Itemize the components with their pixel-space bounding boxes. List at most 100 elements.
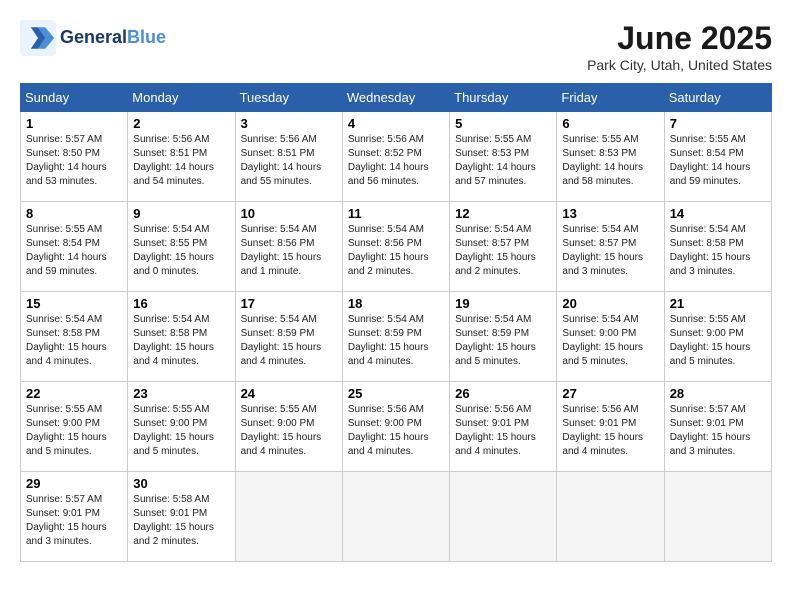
day-info: Sunrise: 5:57 AM Sunset: 9:01 PM Dayligh… [670,403,766,459]
weekday-header-tuesday: Tuesday [235,84,342,112]
day-number: 27 [562,386,658,401]
calendar-cell: 19 Sunrise: 5:54 AM Sunset: 8:59 PM Dayli… [450,292,557,382]
weekday-header-monday: Monday [128,84,235,112]
calendar-cell: 5Sunrise: 5:55 AM Sunset: 8:53 PM Daylig… [450,112,557,202]
logo-icon [20,20,56,56]
day-info: Sunrise: 5:54 AM Sunset: 8:58 PM Dayligh… [133,313,229,369]
calendar-week-4: 22 Sunrise: 5:55 AM Sunset: 9:00 PM Dayli… [21,382,772,472]
day-number: 22 [26,386,122,401]
day-number: 1 [26,116,122,131]
day-info: Sunrise: 5:55 AM Sunset: 8:53 PM Dayligh… [562,133,658,189]
day-info: Sunrise: 5:55 AM Sunset: 9:00 PM Dayligh… [26,403,122,459]
calendar-cell: 4 Sunrise: 5:56 AM Sunset: 8:52 PM Daylig… [342,112,449,202]
day-number: 9 [133,206,229,221]
calendar-cell: 15Sunrise: 5:54 AM Sunset: 8:58 PM Dayli… [21,292,128,382]
day-info: Sunrise: 5:55 AM Sunset: 9:00 PM Dayligh… [670,313,766,369]
day-info: Sunrise: 5:54 AM Sunset: 8:59 PM Dayligh… [241,313,337,369]
day-number: 16 [133,296,229,311]
day-number: 25 [348,386,444,401]
day-number: 17 [241,296,337,311]
weekday-header-wednesday: Wednesday [342,84,449,112]
calendar-cell: 29 Sunrise: 5:57 AM Sunset: 9:01 PM Dayli… [21,472,128,562]
weekday-header-sunday: Sunday [21,84,128,112]
day-number: 5 [455,116,551,131]
day-number: 20 [562,296,658,311]
day-number: 7 [670,116,766,131]
calendar-cell: 8 Sunrise: 5:55 AM Sunset: 8:54 PM Daylig… [21,202,128,292]
calendar-cell: 10Sunrise: 5:54 AM Sunset: 8:56 PM Dayli… [235,202,342,292]
calendar-cell: 7 Sunrise: 5:55 AM Sunset: 8:54 PM Daylig… [664,112,771,202]
day-number: 23 [133,386,229,401]
month-title: June 2025 [587,20,772,57]
calendar-week-1: 1 Sunrise: 5:57 AM Sunset: 8:50 PM Daylig… [21,112,772,202]
day-number: 30 [133,476,229,491]
calendar-cell: 26 Sunrise: 5:56 AM Sunset: 9:01 PM Dayli… [450,382,557,472]
day-info: Sunrise: 5:54 AM Sunset: 8:57 PM Dayligh… [562,223,658,279]
day-number: 8 [26,206,122,221]
calendar-cell: 20Sunrise: 5:54 AM Sunset: 9:00 PM Dayli… [557,292,664,382]
day-info: Sunrise: 5:54 AM Sunset: 8:56 PM Dayligh… [241,223,337,279]
calendar-cell: 16 Sunrise: 5:54 AM Sunset: 8:58 PM Dayli… [128,292,235,382]
calendar-week-3: 15 Sunrise: 5:54 AM Sunset: 8:58 PM Dayli… [21,292,772,382]
day-info: Sunrise: 5:55 AM Sunset: 8:54 PM Dayligh… [26,223,122,279]
calendar-cell [557,472,664,562]
day-info: Sunrise: 5:54 AM Sunset: 8:56 PM Dayligh… [348,223,444,279]
day-info: Sunrise: 5:56 AM Sunset: 9:01 PM Dayligh… [562,403,658,459]
day-info: Sunrise: 5:54 AM Sunset: 8:59 PM Dayligh… [455,313,551,369]
day-info: Sunrise: 5:55 AM Sunset: 8:54 PM Dayligh… [670,133,766,189]
day-info: Sunrise: 5:56 AM Sunset: 8:51 PM Dayligh… [241,133,337,189]
calendar-cell: 2Sunrise: 5:56 AM Sunset: 8:51 PM Daylig… [128,112,235,202]
calendar-cell: 14 Sunrise: 5:54 AM Sunset: 8:58 PM Dayli… [664,202,771,292]
calendar-cell: 30 Sunrise: 5:58 AM Sunset: 9:01 PM Dayli… [128,472,235,562]
calendar-cell [450,472,557,562]
calendar-week-5: 29 Sunrise: 5:57 AM Sunset: 9:01 PM Dayli… [21,472,772,562]
day-number: 26 [455,386,551,401]
day-info: Sunrise: 5:54 AM Sunset: 8:58 PM Dayligh… [670,223,766,279]
day-info: Sunrise: 5:56 AM Sunset: 8:52 PM Dayligh… [348,133,444,189]
day-info: Sunrise: 5:57 AM Sunset: 8:50 PM Dayligh… [26,133,122,189]
calendar-cell: 13 Sunrise: 5:54 AM Sunset: 8:57 PM Dayli… [557,202,664,292]
day-number: 13 [562,206,658,221]
day-number: 21 [670,296,766,311]
day-number: 15 [26,296,122,311]
page-header: GeneralBlue June 2025 Park City, Utah, U… [20,20,772,73]
calendar-week-2: 8 Sunrise: 5:55 AM Sunset: 8:54 PM Daylig… [21,202,772,292]
day-info: Sunrise: 5:54 AM Sunset: 8:55 PM Dayligh… [133,223,229,279]
calendar-cell: 17 Sunrise: 5:54 AM Sunset: 8:59 PM Dayli… [235,292,342,382]
day-number: 3 [241,116,337,131]
weekday-header-friday: Friday [557,84,664,112]
day-number: 18 [348,296,444,311]
day-number: 14 [670,206,766,221]
day-info: Sunrise: 5:56 AM Sunset: 8:51 PM Dayligh… [133,133,229,189]
calendar-cell [342,472,449,562]
day-info: Sunrise: 5:57 AM Sunset: 9:01 PM Dayligh… [26,493,122,549]
calendar-cell: 1 Sunrise: 5:57 AM Sunset: 8:50 PM Daylig… [21,112,128,202]
day-number: 29 [26,476,122,491]
calendar-cell: 11Sunrise: 5:54 AM Sunset: 8:56 PM Dayli… [342,202,449,292]
day-number: 12 [455,206,551,221]
weekday-header-thursday: Thursday [450,84,557,112]
calendar-cell: 6 Sunrise: 5:55 AM Sunset: 8:53 PM Daylig… [557,112,664,202]
calendar-cell: 24 Sunrise: 5:55 AM Sunset: 9:00 PM Dayli… [235,382,342,472]
day-number: 6 [562,116,658,131]
day-info: Sunrise: 5:54 AM Sunset: 8:57 PM Dayligh… [455,223,551,279]
day-info: Sunrise: 5:56 AM Sunset: 9:00 PM Dayligh… [348,403,444,459]
day-number: 24 [241,386,337,401]
calendar-cell: 21 Sunrise: 5:55 AM Sunset: 9:00 PM Dayli… [664,292,771,382]
calendar-cell: 25 Sunrise: 5:56 AM Sunset: 9:00 PM Dayli… [342,382,449,472]
calendar-cell: 22 Sunrise: 5:55 AM Sunset: 9:00 PM Dayli… [21,382,128,472]
day-info: Sunrise: 5:58 AM Sunset: 9:01 PM Dayligh… [133,493,229,549]
calendar-cell: 23Sunrise: 5:55 AM Sunset: 9:00 PM Dayli… [128,382,235,472]
day-number: 19 [455,296,551,311]
day-info: Sunrise: 5:56 AM Sunset: 9:01 PM Dayligh… [455,403,551,459]
calendar-cell: 28Sunrise: 5:57 AM Sunset: 9:01 PM Dayli… [664,382,771,472]
day-number: 4 [348,116,444,131]
calendar-cell: 12 Sunrise: 5:54 AM Sunset: 8:57 PM Dayli… [450,202,557,292]
calendar-cell: 27 Sunrise: 5:56 AM Sunset: 9:01 PM Dayli… [557,382,664,472]
calendar-table: SundayMondayTuesdayWednesdayThursdayFrid… [20,83,772,562]
calendar-cell: 9 Sunrise: 5:54 AM Sunset: 8:55 PM Daylig… [128,202,235,292]
calendar-cell: 18 Sunrise: 5:54 AM Sunset: 8:59 PM Dayli… [342,292,449,382]
day-info: Sunrise: 5:54 AM Sunset: 8:59 PM Dayligh… [348,313,444,369]
day-info: Sunrise: 5:55 AM Sunset: 9:00 PM Dayligh… [241,403,337,459]
calendar-header: SundayMondayTuesdayWednesdayThursdayFrid… [21,84,772,112]
